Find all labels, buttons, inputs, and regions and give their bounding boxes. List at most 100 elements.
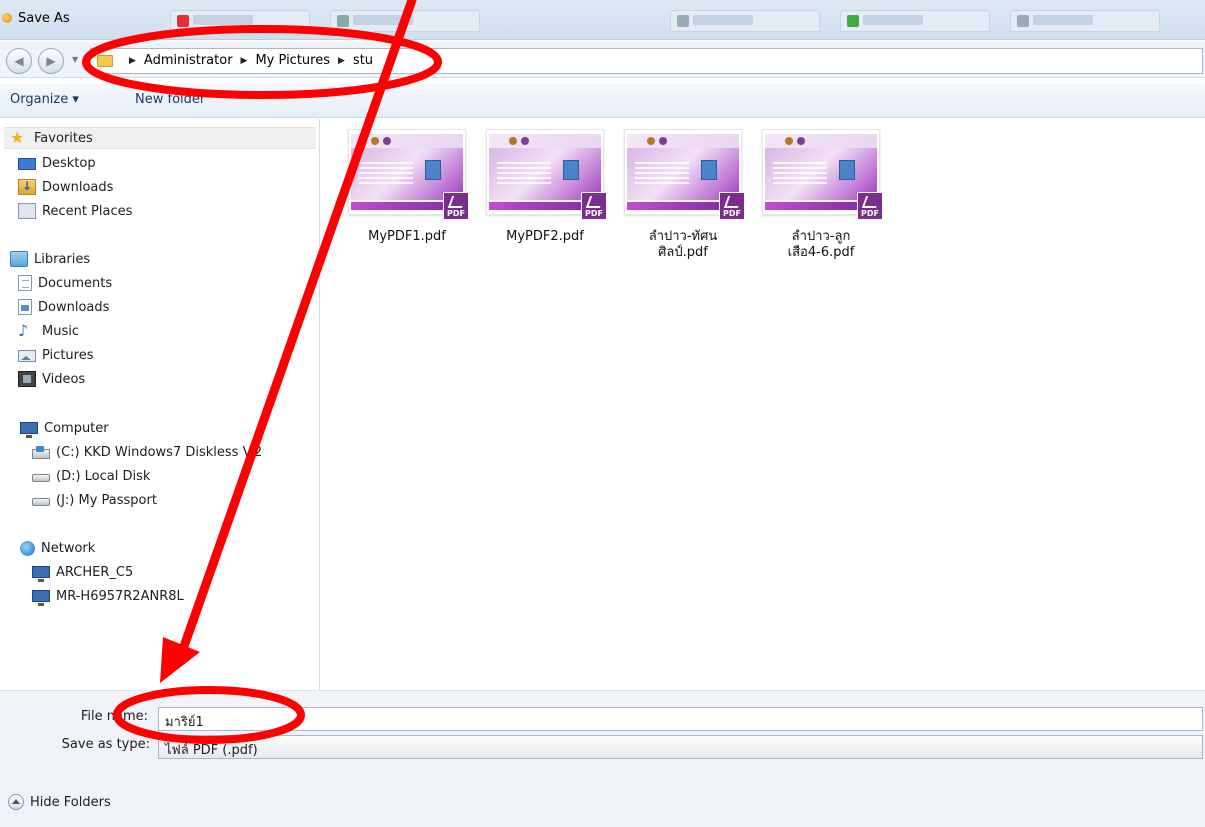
drive-icon (32, 474, 50, 482)
background-tab (170, 10, 310, 32)
app-icon (2, 13, 12, 23)
filename-label: File name: (80, 709, 148, 724)
sidebar-item-library-downloads[interactable]: Downloads (18, 296, 109, 318)
downloads-folder-icon (18, 179, 36, 195)
sidebar-item-videos[interactable]: Videos (18, 368, 85, 390)
sidebar-item-drive-j[interactable]: (J:) My Passport (32, 489, 157, 511)
computer-icon (32, 566, 50, 582)
sidebar-item-music[interactable]: ♪ Music (18, 320, 79, 342)
breadcrumb-stu[interactable]: stu (353, 53, 373, 68)
music-icon: ♪ (18, 321, 29, 340)
filename-input[interactable]: มาริย์1 (158, 707, 1203, 731)
sidebar-item-label: Videos (42, 371, 86, 387)
breadcrumb: ▶ Administrator ▶ My Pictures ▶ stu (121, 53, 373, 68)
documents-icon (18, 275, 32, 291)
history-dropdown-icon[interactable]: ▼ (72, 55, 78, 64)
sidebar-item-label: Libraries (34, 251, 91, 267)
star-icon: ★ (10, 128, 25, 147)
file-name: ลำปาว-ทัศน ศิลป์.pdf (648, 229, 718, 260)
save-type-label: Save as type: (61, 737, 150, 752)
sidebar-item-recent-places[interactable]: Recent Places (18, 200, 132, 222)
background-tab (1010, 10, 1160, 32)
title-bar: Save As (0, 0, 1205, 40)
sidebar-item-favorites[interactable]: ★ Favorites (4, 127, 316, 149)
pdf-icon: PDF (719, 192, 745, 220)
sidebar-item-desktop[interactable]: Desktop (18, 152, 96, 174)
sidebar-item-drive-d[interactable]: (D:) Local Disk (32, 465, 150, 487)
navigation-pane: ★ Favorites Desktop Downloads Recent Plac… (0, 119, 320, 690)
videos-icon (18, 371, 36, 387)
sidebar-item-documents[interactable]: Documents (18, 272, 112, 294)
sidebar-item-label: MR-H6957R2ANR8L (56, 588, 184, 604)
toolbar: Organize ▾ New folder (0, 84, 1205, 118)
sidebar-item-label: (J:) My Passport (56, 492, 157, 508)
sidebar-item-archer-c5[interactable]: ARCHER_C5 (32, 561, 133, 583)
sidebar-item-label: Documents (38, 275, 113, 291)
address-bar[interactable]: ▶ Administrator ▶ My Pictures ▶ stu (90, 48, 1203, 74)
save-form: File name: มาริย์1 Save as type: ไฟล์ PD… (0, 690, 1205, 827)
background-tab (330, 10, 480, 32)
sidebar-item-label: Music (42, 323, 79, 339)
sidebar-item-pictures[interactable]: Pictures (18, 344, 93, 366)
pdf-thumbnail: PDF (486, 129, 607, 220)
sidebar-item-label: Computer (44, 420, 109, 436)
sidebar-item-label: Downloads (42, 179, 114, 195)
chevron-right-icon: ▶ (129, 56, 136, 66)
window-title: Save As (18, 11, 70, 26)
sidebar-item-label: Pictures (42, 347, 94, 363)
sidebar-item-mr-h6957[interactable]: MR-H6957R2ANR8L (32, 585, 184, 607)
pdf-thumbnail: PDF (348, 129, 469, 220)
new-folder-button[interactable]: New folder (135, 92, 205, 107)
sidebar-item-label: Network (41, 540, 96, 556)
sidebar-item-label: Recent Places (42, 203, 133, 219)
sidebar-item-drive-c[interactable]: (C:) KKD Windows7 Diskless V.2 (32, 441, 262, 463)
file-item[interactable]: PDF ลำปาว-ทัศน ศิลป์.pdf (622, 129, 745, 261)
downloads-icon (18, 299, 32, 315)
hide-folders-button[interactable]: Hide Folders (8, 794, 111, 810)
pictures-icon (18, 350, 36, 362)
sidebar-item-label: ARCHER_C5 (56, 564, 134, 580)
computer-icon (32, 590, 50, 606)
file-name: ลำปาว-ลูก เสือ4-6.pdf (787, 229, 855, 260)
sidebar-item-downloads[interactable]: Downloads (18, 176, 113, 198)
drive-icon (32, 498, 50, 506)
chevron-right-icon: ▶ (338, 56, 345, 66)
background-tab (670, 10, 820, 32)
address-row: ◀ ▶ ▼ ▶ Administrator ▶ My Pictures ▶ stu (0, 42, 1205, 78)
sidebar-item-label: (D:) Local Disk (56, 468, 151, 484)
sidebar-item-computer[interactable]: Computer (20, 417, 109, 439)
folder-icon (97, 55, 113, 67)
file-name: MyPDF1.pdf (368, 229, 446, 244)
organize-button[interactable]: Organize ▾ (10, 92, 79, 107)
pdf-thumbnail: PDF (624, 129, 745, 220)
chevron-right-icon: ▶ (240, 56, 248, 66)
forward-button[interactable]: ▶ (38, 48, 64, 74)
pdf-thumbnail: PDF (762, 129, 883, 220)
sidebar-item-label: Desktop (42, 155, 96, 171)
pdf-icon: PDF (581, 192, 607, 220)
file-item[interactable]: PDF ลำปาว-ลูก เสือ4-6.pdf (760, 129, 883, 261)
file-name: MyPDF2.pdf (506, 229, 584, 244)
computer-icon (20, 422, 38, 438)
sidebar-item-libraries[interactable]: Libraries (10, 248, 90, 270)
sidebar-item-label: Downloads (38, 299, 110, 315)
save-type-select[interactable]: ไฟล์ PDF (.pdf) (158, 735, 1203, 759)
sidebar-item-label: Favorites (34, 130, 93, 146)
sidebar-item-label: (C:) KKD Windows7 Diskless V.2 (56, 444, 263, 460)
sidebar-item-network[interactable]: Network (20, 537, 95, 559)
file-item[interactable]: PDF MyPDF2.pdf (484, 129, 607, 245)
pdf-icon: PDF (857, 192, 883, 220)
libraries-icon (10, 251, 28, 267)
pdf-icon: PDF (443, 192, 469, 220)
network-icon (20, 540, 35, 556)
desktop-icon (18, 158, 36, 170)
recent-places-icon (18, 203, 36, 219)
breadcrumb-my-pictures[interactable]: My Pictures (255, 53, 330, 68)
breadcrumb-administrator[interactable]: Administrator (144, 53, 233, 68)
file-item[interactable]: PDF MyPDF1.pdf (346, 129, 469, 245)
background-tab (840, 10, 990, 32)
chevron-up-icon (8, 794, 24, 810)
system-drive-icon (32, 445, 50, 459)
hide-folders-label: Hide Folders (30, 794, 111, 810)
back-button[interactable]: ◀ (6, 48, 32, 74)
